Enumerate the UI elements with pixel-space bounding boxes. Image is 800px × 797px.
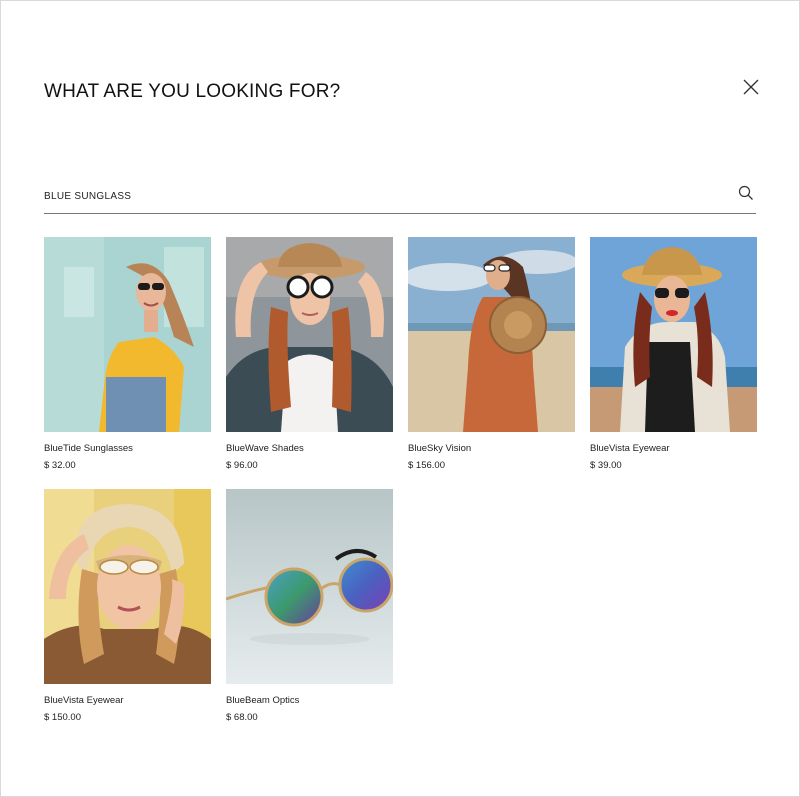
- product-price: $ 156.00: [408, 460, 445, 471]
- product-name[interactable]: BlueVista Eyewear: [590, 443, 757, 455]
- product-image[interactable]: [44, 237, 211, 432]
- product-price: $ 68.00: [226, 712, 258, 723]
- product-image[interactable]: [226, 489, 393, 684]
- product-price: $ 39.00: [590, 460, 622, 471]
- product-name[interactable]: BlueSky Vision: [408, 443, 575, 455]
- product-name[interactable]: BlueWave Shades: [226, 443, 393, 455]
- product-name[interactable]: BlueVista Eyewear: [44, 695, 211, 707]
- product-image[interactable]: [44, 489, 211, 684]
- product-card[interactable]: BlueSky Vision $ 156.00: [408, 237, 575, 472]
- search-bar: [44, 179, 756, 214]
- product-price: $ 32.00: [44, 460, 76, 471]
- product-card[interactable]: BlueBeam Optics $ 68.00: [226, 489, 393, 724]
- search-icon: [738, 185, 753, 200]
- product-card[interactable]: BlueWave Shades $ 96.00: [226, 237, 393, 472]
- search-input[interactable]: [44, 180, 736, 212]
- product-name[interactable]: BlueTide Sunglasses: [44, 443, 211, 455]
- product-grid: BlueTide Sunglasses $ 32.00 BlueWave Sha…: [44, 237, 757, 724]
- product-card[interactable]: BlueTide Sunglasses $ 32.00: [44, 237, 211, 472]
- product-card[interactable]: BlueVista Eyewear $ 39.00: [590, 237, 757, 472]
- product-name[interactable]: BlueBeam Optics: [226, 695, 393, 707]
- modal-title: WHAT ARE YOU LOOKING FOR?: [44, 81, 341, 102]
- product-card[interactable]: BlueVista Eyewear $ 150.00: [44, 489, 211, 724]
- product-price: $ 150.00: [44, 712, 81, 723]
- product-price: $ 96.00: [226, 460, 258, 471]
- product-image[interactable]: [226, 237, 393, 432]
- search-modal: WHAT ARE YOU LOOKING FOR? BLUE SUNGLASS …: [0, 0, 800, 797]
- product-image[interactable]: [590, 237, 757, 432]
- close-icon: [743, 79, 759, 95]
- search-button[interactable]: [736, 184, 756, 204]
- product-image[interactable]: [408, 237, 575, 432]
- close-button[interactable]: [739, 75, 763, 99]
